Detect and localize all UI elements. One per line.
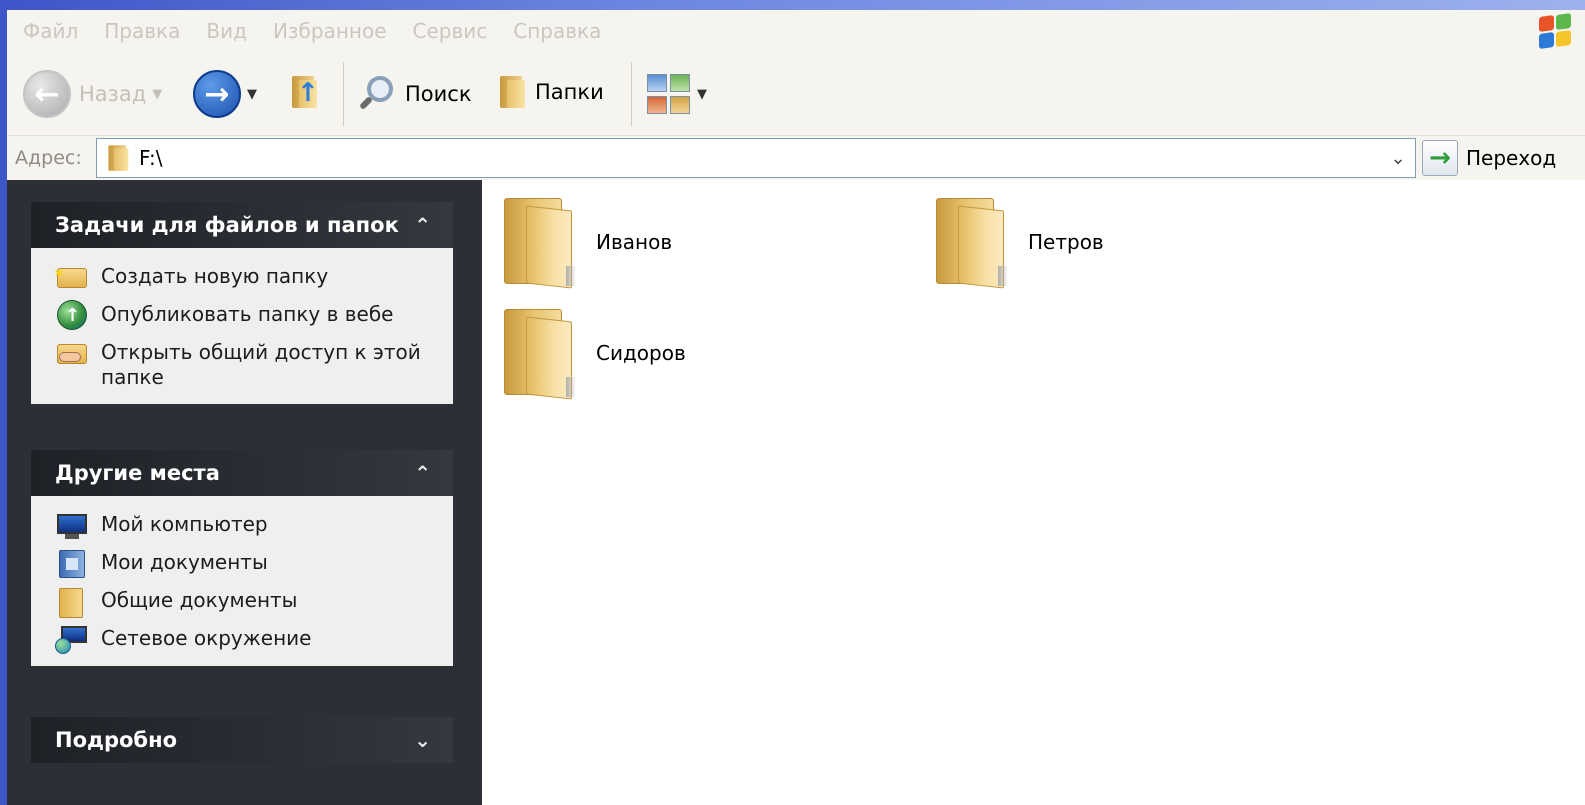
back-dropdown-icon[interactable]: ▼	[152, 87, 162, 102]
place-shared-documents[interactable]: Общие документы	[55, 588, 443, 618]
go-arrow-icon: →	[1422, 140, 1458, 176]
folder-item[interactable]: Сидоров	[502, 305, 686, 401]
forward-dropdown-icon[interactable]: ▼	[247, 87, 257, 102]
folder-icon	[934, 194, 1014, 290]
menu-view[interactable]: Вид	[206, 19, 247, 43]
address-value: F:\	[139, 146, 163, 170]
folder-icon	[502, 194, 582, 290]
menu-favorites[interactable]: Избранное	[273, 19, 387, 43]
collapse-icon[interactable]: ⌃	[414, 461, 431, 485]
details-panel-header[interactable]: Подробно ⌄	[31, 717, 453, 763]
go-label: Переход	[1466, 146, 1557, 170]
other-places-header[interactable]: Другие места ⌃	[31, 450, 453, 496]
task-label: Создать новую папку	[101, 264, 329, 288]
my-documents-icon	[55, 550, 89, 578]
windows-logo-icon	[1537, 12, 1573, 50]
address-input[interactable]: F:\ ⌄	[96, 138, 1416, 178]
drive-folder-icon	[106, 144, 130, 173]
tasks-panel-header[interactable]: Задачи для файлов и папок ⌃	[31, 202, 453, 248]
place-my-computer[interactable]: Мой компьютер	[55, 512, 443, 539]
folder-item[interactable]: Петров	[934, 194, 1104, 290]
place-network[interactable]: Сетевое окружение	[55, 626, 443, 654]
expand-icon[interactable]: ⌄	[414, 728, 431, 752]
place-label: Мой компьютер	[101, 512, 268, 536]
menu-edit[interactable]: Правка	[104, 19, 180, 43]
folders-label: Папки	[535, 80, 604, 104]
details-panel-title: Подробно	[55, 728, 178, 752]
views-button[interactable]: ▼	[647, 74, 707, 114]
search-label: Поиск	[405, 82, 472, 106]
search-icon	[357, 74, 397, 114]
folder-icon	[502, 305, 582, 401]
up-folder-icon: ↑	[289, 74, 319, 110]
back-button[interactable]: ← Назад ▼	[23, 70, 162, 118]
search-button[interactable]: Поиск	[357, 74, 472, 114]
task-publish-web[interactable]: ↑ Опубликовать папку в вебе	[55, 300, 443, 330]
place-label: Общие документы	[101, 588, 298, 612]
place-my-documents[interactable]: Мои документы	[55, 550, 443, 578]
task-share-folder[interactable]: Открыть общий доступ к этой папке	[55, 340, 443, 390]
task-label: Опубликовать папку в вебе	[101, 302, 394, 326]
menu-bar: Файл Правка Вид Избранное Сервис Справка	[7, 10, 1585, 52]
go-button[interactable]: → Переход	[1422, 140, 1556, 176]
toolbar: ← Назад ▼ → ▼ ↑ Поиск Папки ▼	[7, 52, 1585, 136]
publish-web-icon-wrap: ↑	[55, 300, 89, 330]
network-icon	[55, 626, 89, 654]
computer-icon	[55, 512, 89, 539]
views-icon	[647, 74, 691, 114]
place-label: Мои документы	[101, 550, 268, 574]
folder-name: Петров	[1028, 230, 1104, 254]
task-pane: Задачи для файлов и папок ⌃ ✶ Создать но…	[7, 180, 482, 805]
tasks-panel-body: ✶ Создать новую папку ↑ Опубликовать пап…	[31, 248, 453, 404]
address-label: Адрес:	[15, 147, 82, 169]
tasks-panel: Задачи для файлов и папок ⌃ ✶ Создать но…	[31, 202, 453, 404]
explorer-window: Файл Правка Вид Избранное Сервис Справка…	[7, 10, 1585, 805]
tasks-panel-title: Задачи для файлов и папок	[55, 213, 399, 237]
folder-item[interactable]: Иванов	[502, 194, 672, 290]
menu-file[interactable]: Файл	[23, 19, 78, 43]
toolbar-separator	[631, 62, 632, 126]
back-label: Назад	[79, 82, 147, 106]
menu-tools[interactable]: Сервис	[413, 19, 488, 43]
forward-arrow-icon: →	[193, 70, 241, 118]
folders-button[interactable]: Папки	[497, 74, 604, 110]
other-places-title: Другие места	[55, 461, 220, 485]
address-bar: Адрес: F:\ ⌄ → Переход	[7, 136, 1585, 180]
collapse-icon[interactable]: ⌃	[414, 213, 431, 237]
other-places-body: Мой компьютер Мои документы Общие докуме…	[31, 496, 453, 666]
folders-icon	[497, 74, 527, 110]
folder-name: Иванов	[596, 230, 673, 254]
up-folder-button[interactable]: ↑	[289, 74, 319, 110]
forward-button[interactable]: → ▼	[193, 70, 257, 118]
share-folder-icon	[55, 340, 89, 366]
place-label: Сетевое окружение	[101, 626, 312, 650]
back-arrow-icon: ←	[23, 70, 71, 118]
task-label: Открыть общий доступ к этой папке	[101, 340, 421, 389]
other-places-panel: Другие места ⌃ Мой компьютер Мои докумен…	[31, 450, 453, 666]
folder-view: Иванов Петров Сидоров	[482, 180, 1585, 805]
views-dropdown-icon: ▼	[697, 86, 707, 102]
address-dropdown-icon[interactable]: ⌄	[1381, 139, 1415, 177]
task-new-folder[interactable]: ✶ Создать новую папку	[53, 264, 443, 290]
toolbar-separator	[343, 62, 344, 126]
publish-web-icon: ↑	[57, 300, 87, 330]
details-panel: Подробно ⌄	[31, 717, 453, 763]
new-folder-icon: ✶	[53, 264, 89, 290]
menu-help[interactable]: Справка	[513, 19, 601, 43]
folder-name: Сидоров	[596, 341, 686, 365]
shared-documents-icon	[55, 588, 89, 618]
